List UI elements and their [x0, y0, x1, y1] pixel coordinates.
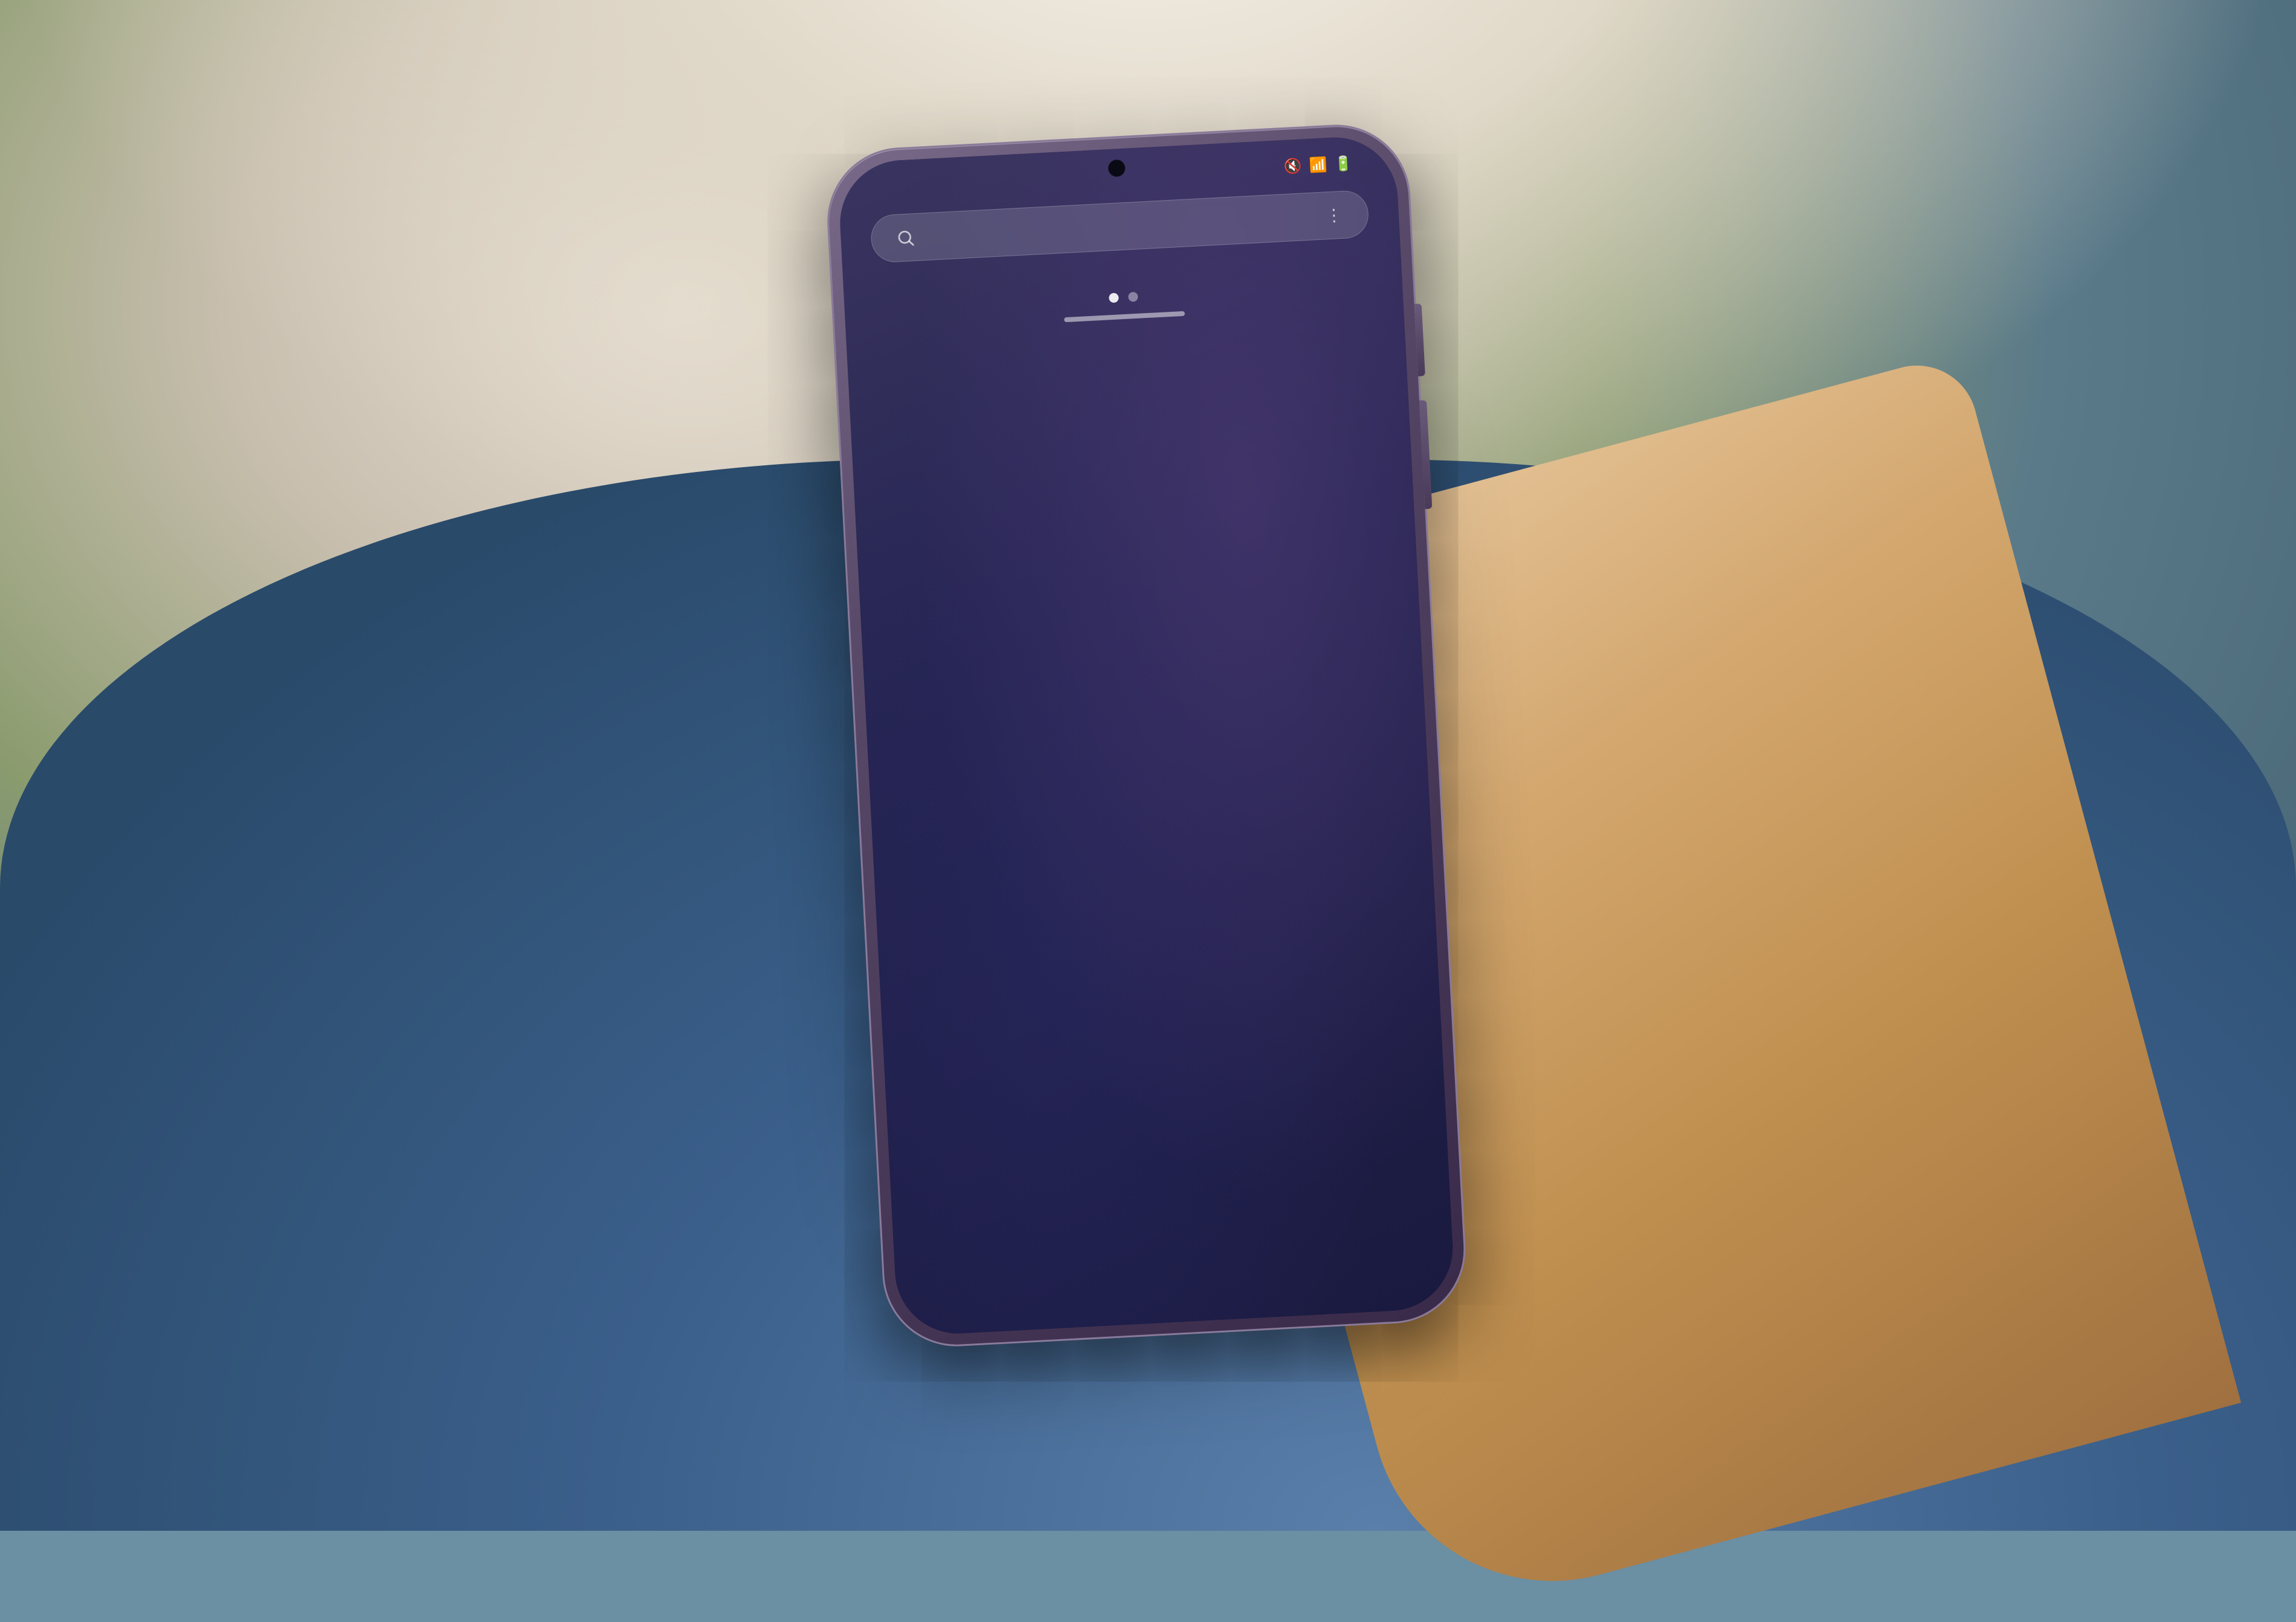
page-dot-2 [1128, 291, 1138, 302]
battery-icon: 🔋 [1334, 154, 1353, 173]
signal-icon: 📶 [1309, 156, 1327, 175]
phone-screen: 🔇 📶 🔋 ⋮ [837, 134, 1456, 1337]
status-icons: 🔇 📶 🔋 [1283, 154, 1360, 176]
page-dot-1 [1109, 292, 1119, 303]
search-menu-icon[interactable]: ⋮ [1325, 204, 1344, 225]
search-icon [895, 227, 916, 248]
phone-outer: 🔇 📶 🔋 ⋮ [825, 123, 1467, 1348]
mute-icon: 🔇 [1283, 157, 1302, 176]
phone-wrapper: 🔇 📶 🔋 ⋮ [825, 123, 1467, 1348]
search-placeholder [927, 216, 1314, 236]
